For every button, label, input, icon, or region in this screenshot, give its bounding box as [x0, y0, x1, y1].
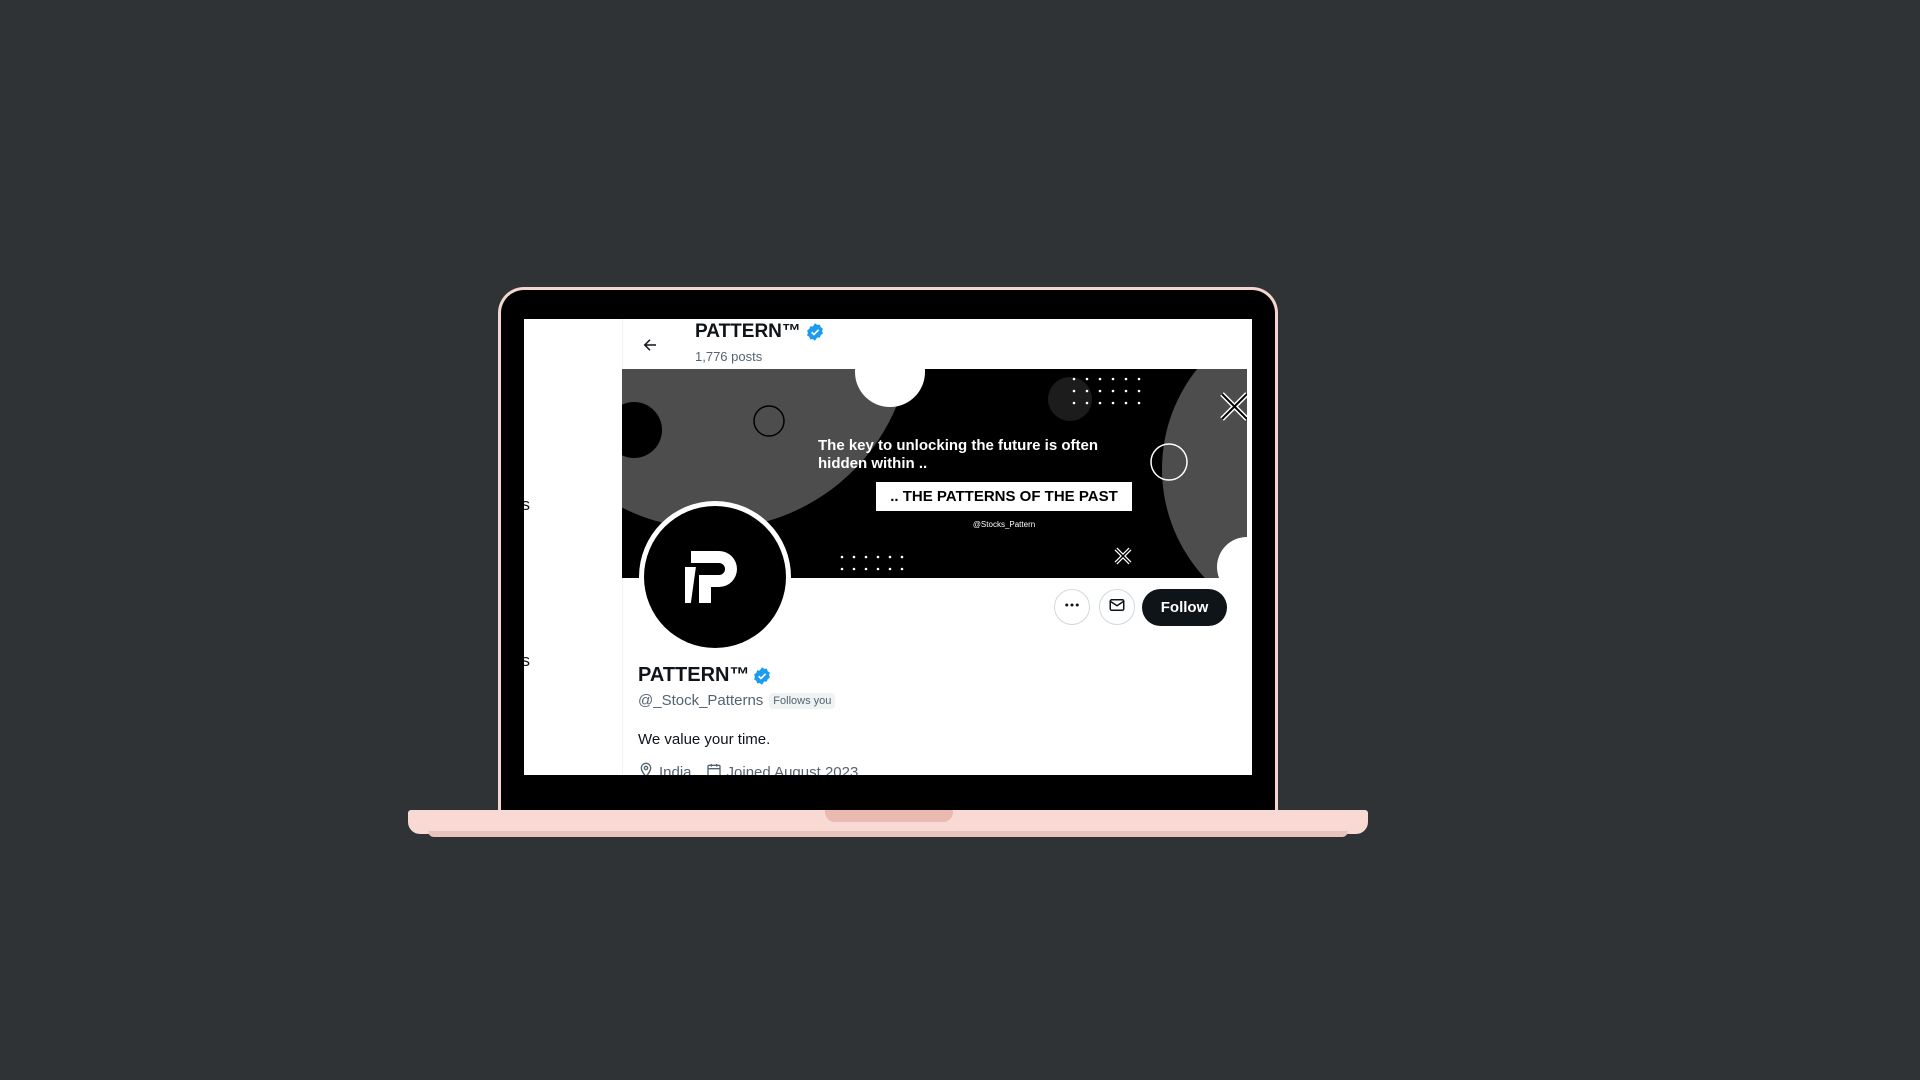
nav-label-fragment[interactable]: s [524, 495, 530, 515]
profile-bio: We value your time. [638, 731, 771, 748]
follow-button[interactable]: Follow [1142, 589, 1227, 626]
envelope-icon [1108, 596, 1126, 619]
follows-you-badge: Follows you [769, 692, 836, 709]
banner-quote: The key to unlocking the future is often… [818, 437, 1099, 472]
profile-name: PATTERN™ [638, 664, 772, 687]
handle-row: @_Stock_Patterns Follows you [638, 692, 836, 709]
profile-handle: @_Stock_Patterns [638, 692, 764, 709]
location-item: India [638, 762, 692, 775]
laptop-base-edge [428, 831, 1348, 837]
nav-label-fragment[interactable]: s [524, 651, 530, 671]
joined-text: Joined August 2023 [726, 763, 859, 776]
location-text: India [659, 763, 692, 776]
more-options-button[interactable] [1054, 589, 1090, 625]
header-title: PATTERN™ [695, 321, 825, 343]
location-pin-icon [638, 762, 654, 775]
browser-screen: s s PATTERN™ 1,776 posts The key to unlo… [524, 319, 1252, 775]
profile-column: PATTERN™ 1,776 posts The key to unlockin… [622, 319, 1252, 775]
avatar-logo [644, 506, 786, 648]
joined-item: Joined August 2023 [706, 762, 859, 776]
post-count: 1,776 posts [695, 349, 763, 364]
banner-boxed-text: .. THE PATTERNS OF THE PAST [876, 482, 1132, 511]
header-title-text: PATTERN™ [695, 321, 801, 342]
banner-handle: @Stocks_Pattern [972, 520, 1036, 529]
laptop-notch [825, 810, 953, 822]
message-button[interactable] [1099, 589, 1135, 625]
avatar[interactable] [639, 501, 791, 653]
profile-meta: India Joined August 2023 [638, 762, 866, 775]
profile-name-text: PATTERN™ [638, 664, 750, 686]
profile-header-bar: PATTERN™ 1,776 posts [622, 319, 1252, 369]
verified-badge-icon[interactable] [752, 666, 772, 686]
verified-badge-icon [805, 322, 825, 342]
ellipsis-icon [1063, 596, 1081, 619]
back-arrow-icon[interactable] [638, 333, 662, 357]
left-navigation: s s [524, 319, 623, 775]
calendar-icon [706, 762, 722, 775]
p-logo-icon [685, 551, 737, 603]
